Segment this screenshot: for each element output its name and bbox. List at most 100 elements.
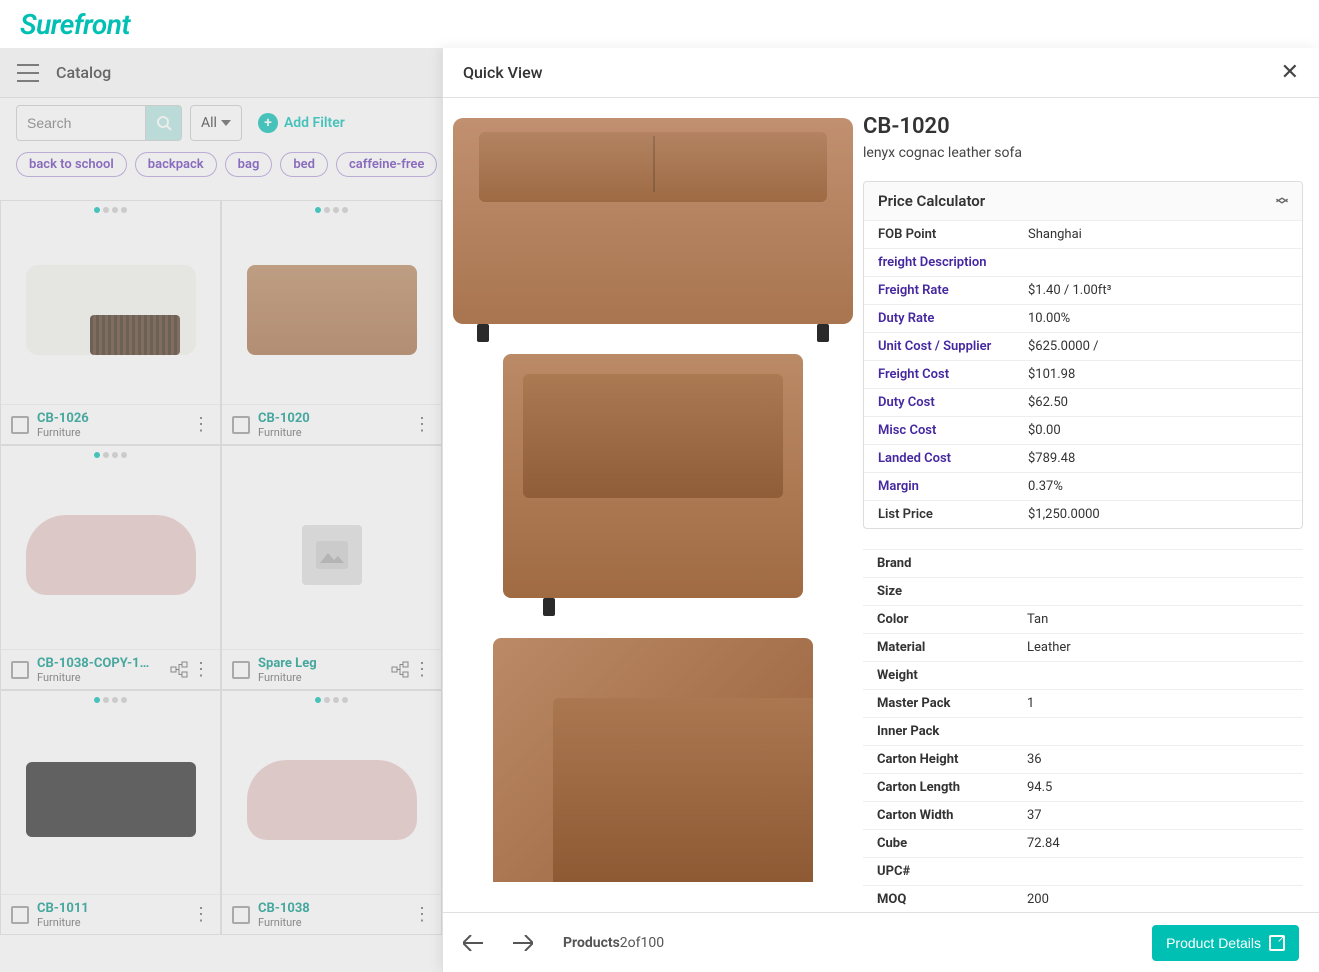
product-card[interactable]: CB-1038Furniture ⋮ xyxy=(221,690,442,935)
attribute-row: MaterialLeather xyxy=(863,634,1303,662)
select-checkbox[interactable] xyxy=(11,661,29,679)
select-checkbox[interactable] xyxy=(11,416,29,434)
brand-logo: Surefront xyxy=(20,8,130,41)
card-menu-icon[interactable]: ⋮ xyxy=(413,906,431,924)
product-image-gallery xyxy=(443,98,863,912)
attribute-label: Carton Width xyxy=(877,808,1027,823)
calc-row: freight Description xyxy=(864,249,1302,277)
card-sku[interactable]: CB-1011 xyxy=(37,901,184,916)
card-category: Furniture xyxy=(258,916,405,929)
select-checkbox[interactable] xyxy=(11,906,29,924)
calc-row: Margin0.37% xyxy=(864,473,1302,501)
product-card[interactable]: CB-1026Furniture⋮ xyxy=(0,200,221,445)
product-name: lenyx cognac leather sofa xyxy=(863,145,1303,161)
scope-label: All xyxy=(201,115,217,131)
attribute-label: UPC# xyxy=(877,864,1027,879)
product-card[interactable]: CB-1020Furniture ⋮ xyxy=(221,200,442,445)
card-sku[interactable]: CB-1020 xyxy=(258,411,405,426)
calc-value: Shanghai xyxy=(1028,227,1288,242)
calc-value: $101.98 xyxy=(1028,367,1288,382)
attribute-row: Cube72.84 xyxy=(863,830,1303,858)
calc-label[interactable]: Duty Rate xyxy=(878,311,1028,326)
calc-row: Misc Cost$0.00 xyxy=(864,417,1302,445)
select-checkbox[interactable] xyxy=(232,661,250,679)
card-sku[interactable]: CB-1026 xyxy=(37,411,184,426)
product-details-label: Product Details xyxy=(1166,935,1261,951)
calc-value: $789.48 xyxy=(1028,451,1288,466)
search-button[interactable] xyxy=(146,105,182,141)
attribute-value: Leather xyxy=(1027,640,1299,655)
attribute-row: Brand xyxy=(863,550,1303,578)
product-image-side xyxy=(503,354,803,598)
attribute-label: Cube xyxy=(877,836,1027,851)
plus-circle-icon: + xyxy=(258,113,278,133)
product-thumbnail xyxy=(222,705,441,894)
product-card[interactable]: CB-1038-COPY-1…Furniture ⋮ xyxy=(0,445,221,690)
product-thumbnail xyxy=(222,460,441,649)
menu-icon[interactable] xyxy=(16,61,40,85)
attribute-row: Carton Width37 xyxy=(863,802,1303,830)
calc-label[interactable]: Duty Cost xyxy=(878,395,1028,410)
prev-arrow-icon[interactable] xyxy=(463,935,483,951)
filter-chip[interactable]: caffeine-free xyxy=(336,152,437,177)
variants-tree-icon[interactable] xyxy=(170,661,188,679)
attribute-value: 200 xyxy=(1027,892,1299,907)
price-calculator-card: Price Calculator ︿﹀ FOB PointShanghaifre… xyxy=(863,181,1303,529)
attribute-value: 94.5 xyxy=(1027,780,1299,795)
calc-label[interactable]: Freight Cost xyxy=(878,367,1028,382)
calc-label[interactable]: Landed Cost xyxy=(878,451,1028,466)
card-menu-icon[interactable]: ⋮ xyxy=(192,906,210,924)
attribute-label: Inner Pack xyxy=(877,724,1027,739)
card-sku[interactable]: CB-1038-COPY-1… xyxy=(37,656,162,671)
product-card[interactable]: CB-1011Furniture⋮ xyxy=(0,690,221,935)
scope-dropdown[interactable]: All xyxy=(190,105,242,141)
filter-chip[interactable]: bed xyxy=(280,152,328,177)
attribute-row: MOQ200 xyxy=(863,886,1303,912)
card-category: Furniture xyxy=(37,671,162,684)
add-filter-button[interactable]: + Add Filter xyxy=(258,113,345,133)
variants-tree-icon[interactable] xyxy=(391,661,409,679)
calc-value: $1.40 / 1.00ft³ xyxy=(1028,283,1288,298)
card-menu-icon[interactable]: ⋮ xyxy=(413,416,431,434)
calc-label[interactable]: Misc Cost xyxy=(878,423,1028,438)
attribute-row: Inner Pack xyxy=(863,718,1303,746)
product-details-button[interactable]: Product Details xyxy=(1152,925,1299,961)
product-image-detail xyxy=(493,638,813,882)
calc-row: Duty Cost$62.50 xyxy=(864,389,1302,417)
attribute-label: Weight xyxy=(877,668,1027,683)
attribute-label: Carton Height xyxy=(877,752,1027,767)
card-sku[interactable]: Spare Leg xyxy=(258,656,383,671)
card-menu-icon[interactable]: ⋮ xyxy=(192,661,210,679)
calc-label[interactable]: Unit Cost / Supplier xyxy=(878,339,1028,354)
product-sku: CB-1020 xyxy=(863,114,1303,139)
calc-row: Unit Cost / Supplier$625.0000 / xyxy=(864,333,1302,361)
calc-label[interactable]: freight Description xyxy=(878,255,1028,270)
next-arrow-icon[interactable] xyxy=(513,935,533,951)
product-card[interactable]: Spare LegFurniture⋮ xyxy=(221,445,442,690)
calc-row: Freight Cost$101.98 xyxy=(864,361,1302,389)
filter-chip[interactable]: bag xyxy=(225,152,273,177)
card-sku[interactable]: CB-1038 xyxy=(258,901,405,916)
select-checkbox[interactable] xyxy=(232,416,250,434)
attribute-row: Weight xyxy=(863,662,1303,690)
filter-chip[interactable]: back to school xyxy=(16,152,127,177)
select-checkbox[interactable] xyxy=(232,906,250,924)
close-icon[interactable]: ✕ xyxy=(1281,60,1299,85)
attribute-value: 36 xyxy=(1027,752,1299,767)
search-input[interactable] xyxy=(16,105,146,141)
attribute-row: Carton Length94.5 xyxy=(863,774,1303,802)
attribute-label: Brand xyxy=(877,556,1027,571)
attribute-row: Master Pack1 xyxy=(863,690,1303,718)
calc-label[interactable]: Margin xyxy=(878,479,1028,494)
attribute-row: Carton Height36 xyxy=(863,746,1303,774)
filter-chip[interactable]: backpack xyxy=(135,152,217,177)
card-menu-icon[interactable]: ⋮ xyxy=(413,661,431,679)
collapse-icon[interactable]: ︿﹀ xyxy=(1276,193,1288,210)
calc-value: $625.0000 / xyxy=(1028,339,1288,354)
calc-label[interactable]: Freight Rate xyxy=(878,283,1028,298)
calc-row: Landed Cost$789.48 xyxy=(864,445,1302,473)
card-category: Furniture xyxy=(258,426,405,439)
open-in-new-icon xyxy=(1269,935,1285,951)
product-thumbnail xyxy=(1,215,220,404)
card-menu-icon[interactable]: ⋮ xyxy=(192,416,210,434)
